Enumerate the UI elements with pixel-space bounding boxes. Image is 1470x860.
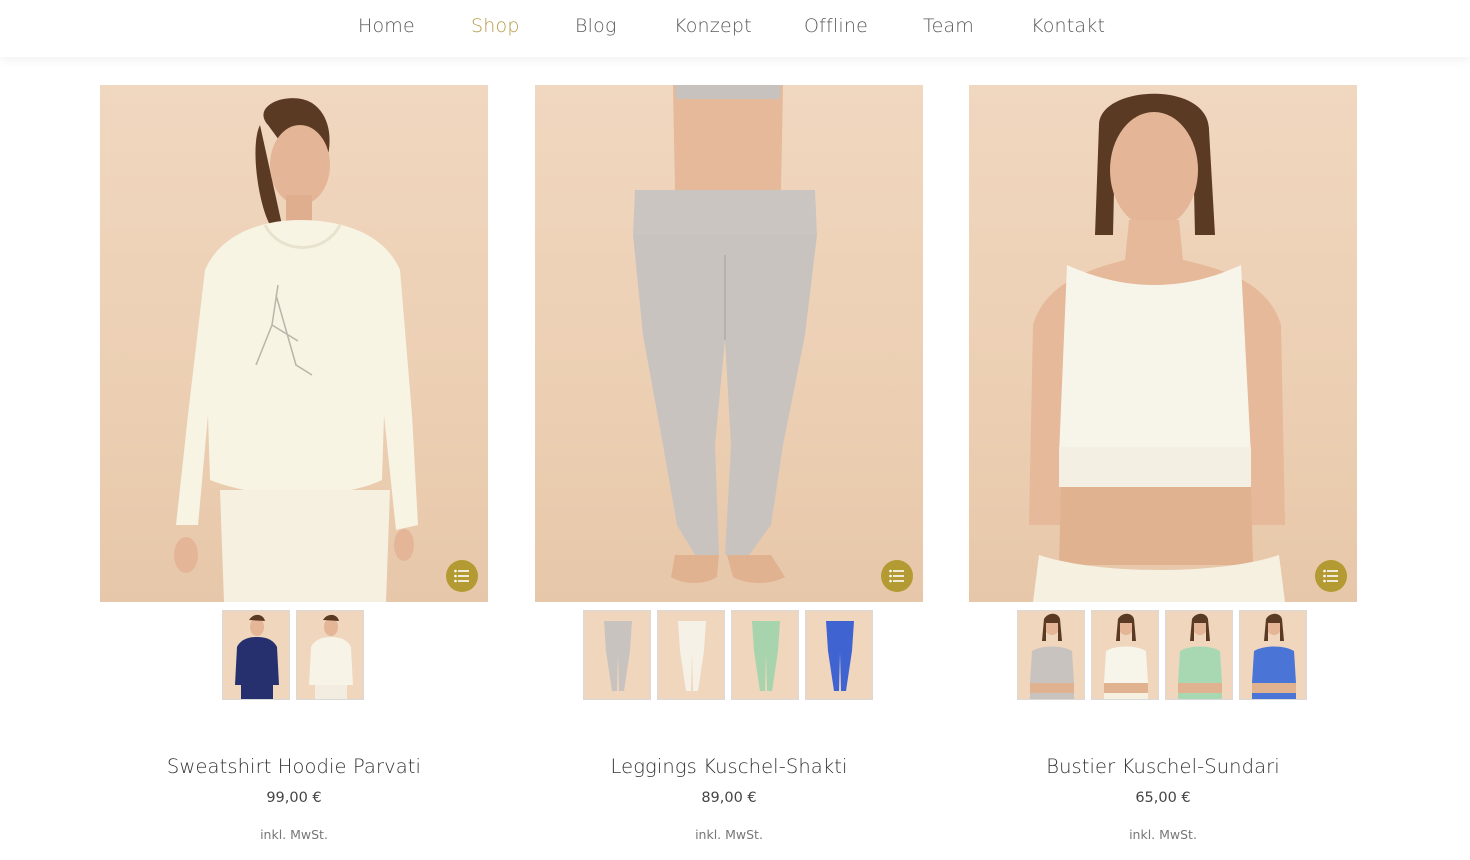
variant-thumbnail-navy[interactable]: [222, 610, 290, 700]
nav-item-home[interactable]: Home: [358, 15, 415, 37]
variant-thumbnails: [222, 610, 364, 700]
bustier-thumb-illustration: [1104, 613, 1148, 699]
tax-note: inkl. MwSt.: [695, 827, 763, 842]
bustier-model-illustration: [1029, 93, 1285, 602]
product-price: 99,00 €: [266, 790, 322, 806]
list-icon: [1323, 569, 1338, 583]
product-card-hoodie: Sweatshirt Hoodie Parvati 99,00 € inkl. …: [100, 85, 488, 842]
product-image[interactable]: [969, 85, 1357, 602]
product-card-leggings: Leggings Kuschel-Shakti 89,00 € inkl. Mw…: [535, 85, 923, 842]
product-image[interactable]: [535, 85, 923, 602]
variant-thumbnail-white[interactable]: [296, 610, 364, 700]
bustier-thumb-illustration: [1252, 613, 1296, 699]
product-title[interactable]: Bustier Kuschel-Sundari: [969, 755, 1357, 778]
nav-item-team[interactable]: Team: [923, 15, 974, 37]
nav-item-kontakt[interactable]: Kontakt: [1031, 15, 1105, 37]
variant-thumbnail-mint[interactable]: [1165, 610, 1233, 700]
list-button[interactable]: [446, 560, 478, 592]
variant-thumbnail-blue[interactable]: [1239, 610, 1307, 700]
product-title[interactable]: Leggings Kuschel-Shakti: [535, 755, 923, 778]
product-card-bustier: Bustier Kuschel-Sundari 65,00 € inkl. Mw…: [969, 85, 1357, 842]
leggings-thumb-illustration: [604, 621, 632, 691]
nav-item-shop[interactable]: Shop: [471, 15, 520, 37]
bustier-thumb-illustration: [1178, 613, 1222, 699]
list-button[interactable]: [1315, 560, 1347, 592]
product-price: 65,00 €: [1135, 790, 1191, 806]
product-info: Sweatshirt Hoodie Parvati 99,00 € inkl. …: [100, 755, 488, 842]
hoodie-model-illustration: [174, 98, 418, 602]
product-image[interactable]: [100, 85, 488, 602]
tax-note: inkl. MwSt.: [260, 827, 328, 842]
variant-thumbnail-grey[interactable]: [583, 610, 651, 700]
variant-thumbnail-white[interactable]: [657, 610, 725, 700]
variant-thumbnail-blue[interactable]: [805, 610, 873, 700]
variant-thumbnail-mint[interactable]: [731, 610, 799, 700]
variant-thumbnails: [1017, 610, 1307, 700]
nav-list: Home Shop Blog Konzept Offline Team Kont…: [0, 0, 1470, 57]
list-button[interactable]: [881, 560, 913, 592]
variant-thumbnail-grey[interactable]: [1017, 610, 1085, 700]
variant-thumbnails: [583, 610, 873, 700]
product-info: Bustier Kuschel-Sundari 65,00 € inkl. Mw…: [969, 755, 1357, 842]
tax-note: inkl. MwSt.: [1129, 827, 1197, 842]
product-price: 89,00 €: [701, 790, 757, 806]
product-info: Leggings Kuschel-Shakti 89,00 € inkl. Mw…: [535, 755, 923, 842]
hoodie-thumb-illustration: [235, 614, 279, 699]
hoodie-thumb-illustration: [309, 614, 353, 699]
variant-thumbnail-white[interactable]: [1091, 610, 1159, 700]
nav-item-blog[interactable]: Blog: [575, 15, 617, 37]
leggings-thumb-illustration: [752, 621, 780, 691]
leggings-thumb-illustration: [678, 621, 706, 691]
bustier-thumb-illustration: [1030, 613, 1074, 699]
main-navigation: Home Shop Blog Konzept Offline Team Kont…: [0, 0, 1470, 57]
leggings-model-illustration: [633, 85, 817, 583]
list-icon: [454, 569, 469, 583]
nav-item-offline[interactable]: Offline: [804, 15, 868, 37]
nav-item-konzept[interactable]: Konzept: [674, 15, 752, 37]
product-title[interactable]: Sweatshirt Hoodie Parvati: [100, 755, 488, 778]
leggings-thumb-illustration: [826, 621, 854, 691]
list-icon: [889, 569, 904, 583]
